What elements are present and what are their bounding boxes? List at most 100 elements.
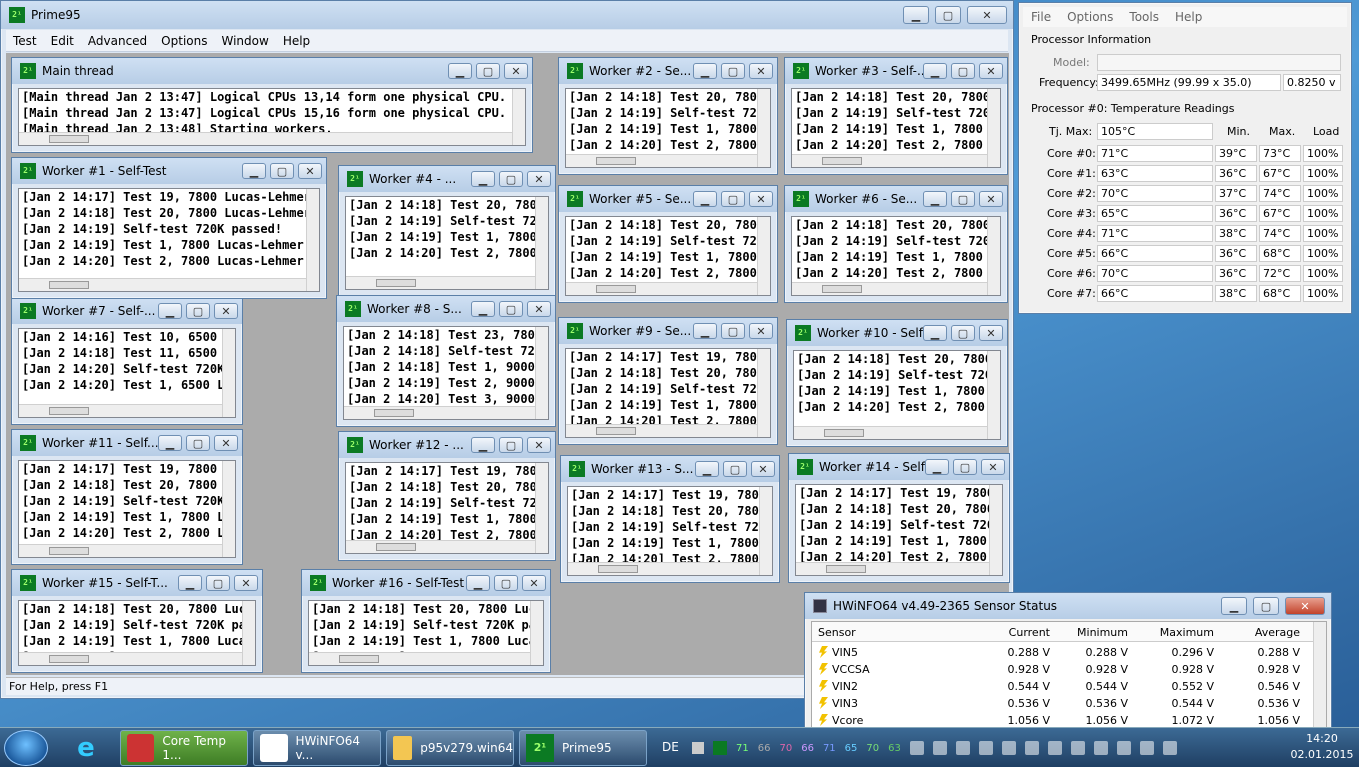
worker-window-3-titlebar[interactable]: 2¹ Worker #3 - Self-... ▁ ▢ ✕ [785, 58, 1007, 84]
maximize-button[interactable]: ▢ [951, 325, 975, 341]
power-icon[interactable] [1116, 741, 1131, 755]
menu-item-window[interactable]: Window [214, 34, 275, 48]
minimize-button[interactable]: ▁ [923, 325, 947, 341]
scrollbar-thumb[interactable] [822, 157, 862, 165]
close-button[interactable]: ✕ [214, 303, 238, 319]
close-button[interactable]: ✕ [527, 301, 551, 317]
vertical-scrollbar[interactable] [242, 601, 255, 665]
horizontal-scrollbar[interactable] [19, 132, 512, 145]
close-button[interactable]: ✕ [749, 191, 773, 207]
vertical-scrollbar[interactable] [512, 89, 525, 145]
minimize-button[interactable]: ▁ [158, 303, 182, 319]
minimize-button[interactable]: ▁ [471, 437, 495, 453]
minimize-button[interactable]: ▁ [471, 301, 495, 317]
maximize-button[interactable]: ▢ [494, 575, 518, 591]
horizontal-scrollbar[interactable] [566, 154, 757, 167]
worker-window-9-titlebar[interactable]: 2¹ Worker #9 - Se... ▁ ▢ ✕ [559, 318, 777, 344]
vertical-scrollbar[interactable] [757, 89, 770, 167]
tray-core-temp[interactable]: 70 [779, 743, 792, 754]
tray-core-temp[interactable]: 66 [758, 743, 771, 754]
close-button[interactable]: ✕ [214, 435, 238, 451]
vertical-scrollbar[interactable] [222, 329, 235, 417]
shield-icon[interactable] [909, 741, 924, 755]
scrollbar-thumb[interactable] [596, 157, 636, 165]
worker-window-4-titlebar[interactable]: 2¹ Worker #4 - ... ▁ ▢ ✕ [339, 166, 555, 192]
menu-item-help[interactable]: Help [276, 34, 317, 48]
close-button[interactable]: ✕ [298, 163, 322, 179]
column-header[interactable]: Average [1216, 626, 1300, 639]
close-button[interactable]: ✕ [751, 461, 775, 477]
maximize-button[interactable]: ▢ [951, 63, 975, 79]
maximize-button[interactable]: ▢ [935, 6, 961, 24]
sensor-table-scrollbar[interactable] [1313, 622, 1326, 728]
horizontal-scrollbar[interactable] [346, 276, 535, 289]
close-button[interactable]: ✕ [749, 323, 773, 339]
worker-window-5-titlebar[interactable]: 2¹ Worker #5 - Se... ▁ ▢ ✕ [559, 186, 777, 212]
worker-window-15-titlebar[interactable]: 2¹ Worker #15 - Self-T... ▁ ▢ ✕ [12, 570, 262, 596]
vertical-scrollbar[interactable] [759, 487, 772, 575]
worker-window-6-titlebar[interactable]: 2¹ Worker #6 - Se... ▁ ▢ ✕ [785, 186, 1007, 212]
horizontal-scrollbar[interactable] [344, 406, 535, 419]
tray-core-temp[interactable]: 66 [801, 743, 814, 754]
close-button[interactable]: ✕ [967, 6, 1007, 24]
scrollbar-thumb[interactable] [374, 409, 414, 417]
vertical-scrollbar[interactable] [530, 601, 543, 665]
scrollbar-thumb[interactable] [376, 279, 416, 287]
scrollbar-thumb[interactable] [49, 281, 89, 289]
horizontal-scrollbar[interactable] [796, 562, 989, 575]
scrollbar-thumb[interactable] [826, 565, 866, 573]
vertical-scrollbar[interactable] [989, 485, 1002, 575]
taskbar-button-folder[interactable]: p95v279.win64 [386, 730, 514, 766]
nvidia-icon[interactable] [1001, 741, 1016, 755]
taskbar-button-prime95[interactable]: 2¹ Prime95 [519, 730, 647, 766]
action-center-icon[interactable] [1093, 741, 1108, 755]
scrollbar-thumb[interactable] [339, 655, 379, 663]
maximize-button[interactable]: ▢ [499, 301, 523, 317]
minimize-button[interactable]: ▁ [925, 459, 949, 475]
close-button[interactable]: ✕ [527, 171, 551, 187]
maximize-button[interactable]: ▢ [206, 575, 230, 591]
pdf-icon[interactable] [978, 741, 993, 755]
tray-core-temp[interactable]: 71 [823, 743, 836, 754]
vertical-scrollbar[interactable] [987, 351, 1000, 439]
minimize-button[interactable]: ▁ [923, 191, 947, 207]
horizontal-scrollbar[interactable] [792, 282, 987, 295]
worker-window-1-titlebar[interactable]: 2¹ Worker #1 - Self-Test ▁ ▢ ✕ [12, 158, 326, 184]
scrollbar-thumb[interactable] [49, 547, 89, 555]
horizontal-scrollbar[interactable] [568, 562, 759, 575]
coretemp-menu-help[interactable]: Help [1167, 10, 1210, 24]
maximize-button[interactable]: ▢ [721, 63, 745, 79]
worker-window-13-titlebar[interactable]: 2¹ Worker #13 - S... ▁ ▢ ✕ [561, 456, 779, 482]
minimize-button[interactable]: ▁ [923, 63, 947, 79]
coretemp-menu-options[interactable]: Options [1059, 10, 1121, 24]
sensor-row[interactable]: VIN3 0.536 V 0.536 V 0.544 V 0.536 V [812, 695, 1313, 712]
close-button[interactable]: ✕ [979, 191, 1003, 207]
bluetooth-icon[interactable] [1024, 741, 1039, 755]
start-button[interactable] [4, 730, 48, 766]
worker-window-10-titlebar[interactable]: 2¹ Worker #10 - Self... ▁ ▢ ✕ [787, 320, 1007, 346]
column-header[interactable]: Current [972, 626, 1050, 639]
menu-item-advanced[interactable]: Advanced [81, 34, 154, 48]
scrollbar-thumb[interactable] [822, 285, 862, 293]
maximize-button[interactable]: ▢ [186, 303, 210, 319]
speaker-icon[interactable] [1162, 741, 1177, 755]
minimize-button[interactable]: ▁ [242, 163, 266, 179]
scrollbar-thumb[interactable] [49, 135, 89, 143]
menu-item-edit[interactable]: Edit [44, 34, 81, 48]
horizontal-scrollbar[interactable] [19, 278, 306, 291]
close-button[interactable]: ✕ [749, 63, 773, 79]
scrollbar-thumb[interactable] [376, 543, 416, 551]
vertical-scrollbar[interactable] [987, 89, 1000, 167]
worker-window-2-titlebar[interactable]: 2¹ Worker #2 - Se... ▁ ▢ ✕ [559, 58, 777, 84]
worker-window-7-titlebar[interactable]: 2¹ Worker #7 - Self-... ▁ ▢ ✕ [12, 298, 242, 324]
coretemp-menu-tools[interactable]: Tools [1121, 10, 1167, 24]
minimize-button[interactable]: ▁ [695, 461, 719, 477]
maximize-button[interactable]: ▢ [499, 171, 523, 187]
clock-time[interactable]: 14:20 [1290, 732, 1354, 745]
minimize-button[interactable]: ▁ [466, 575, 490, 591]
close-button[interactable]: ✕ [979, 325, 1003, 341]
vertical-scrollbar[interactable] [535, 327, 548, 419]
vertical-scrollbar[interactable] [535, 197, 548, 289]
maximize-button[interactable]: ▢ [721, 191, 745, 207]
horizontal-scrollbar[interactable] [346, 540, 535, 553]
